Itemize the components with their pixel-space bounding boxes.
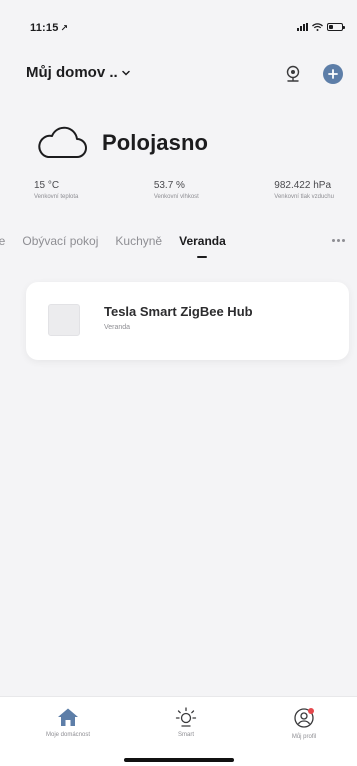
device-card[interactable]: Tesla Smart ZigBee Hub Veranda (26, 282, 349, 360)
room-tabs-track: ace Obývací pokoj Kuchyně Veranda (0, 234, 226, 258)
status-bar: 11:15 ↗ (0, 0, 357, 50)
add-button[interactable] (321, 62, 345, 86)
home-icon (58, 708, 78, 726)
nav-item-profile[interactable]: Můj profil (254, 707, 354, 740)
notification-badge (308, 708, 314, 714)
tab-kitchen[interactable]: Kuchyně (115, 234, 162, 248)
more-dots-icon[interactable] (327, 232, 349, 248)
stat-value: 53.7 % (153, 180, 185, 191)
stat-value: 982.422 hPa (274, 180, 331, 191)
wifi-icon (312, 23, 323, 31)
home-selector[interactable]: Můj domov .. (26, 64, 130, 81)
stat-label: Venkovní teplota (34, 194, 79, 200)
stat-humidity: 53.7 % Venkovní vlhkost (154, 180, 199, 200)
device-name: Tesla Smart ZigBee Hub (104, 304, 253, 319)
tab-living-room[interactable]: Obývací pokoj (22, 234, 98, 248)
device-room: Veranda (104, 324, 131, 331)
tab-veranda[interactable]: Veranda (179, 234, 226, 258)
nav-label: Moje domácnost (45, 732, 91, 738)
camera-button[interactable] (281, 62, 305, 86)
cloud-icon (38, 126, 87, 158)
stat-value: 15 °C (34, 180, 60, 191)
location-arrow-icon: ↗ (60, 23, 69, 33)
status-time: 11:15 ↗ (30, 22, 68, 34)
profile-icon (294, 708, 314, 728)
nav-label: Můj profil (291, 734, 317, 740)
tab-partial[interactable]: ace (0, 234, 5, 248)
stat-label: Venkovní tlak vzduchu (274, 194, 334, 200)
signal-icon (297, 23, 308, 31)
stat-temperature: 15 °C Venkovní teplota (34, 180, 78, 200)
sun-icon (175, 707, 197, 727)
header: Můj domov .. (0, 56, 357, 92)
stat-pressure: 982.422 hPa Venkovní tlak vzduchu (274, 180, 334, 200)
nav-item-smart[interactable]: Smart (136, 707, 236, 738)
device-thumbnail (48, 304, 80, 336)
home-name: Můj domov .. (26, 64, 118, 81)
home-indicator (124, 758, 234, 762)
weather-summary: Polojasno (36, 126, 208, 160)
app-screen: 11:15 ↗ Můj domov .. Polojasno 15 °C Ven… (0, 0, 357, 766)
chevron-down-icon (121, 70, 130, 76)
camera-icon (286, 65, 300, 82)
weather-condition: Polojasno (102, 130, 209, 155)
add-circle-icon (323, 64, 343, 84)
bottom-nav: Moje domácnost Smart Můj profil (0, 696, 357, 766)
weather-stats: 15 °C Venkovní teplota 53.7 % Venkovní v… (34, 180, 334, 200)
battery-icon (327, 23, 345, 31)
nav-item-home[interactable]: Moje domácnost (18, 707, 118, 738)
weather-panel: Polojasno 15 °C Venkovní teplota 53.7 % … (0, 118, 357, 218)
header-actions (281, 62, 345, 86)
stat-label: Venkovní vlhkost (153, 194, 199, 200)
status-icons (297, 23, 345, 31)
nav-label: Smart (177, 732, 194, 738)
status-time-text: 11:15 (30, 22, 59, 34)
room-tabs: ace Obývací pokoj Kuchyně Veranda (0, 226, 357, 262)
